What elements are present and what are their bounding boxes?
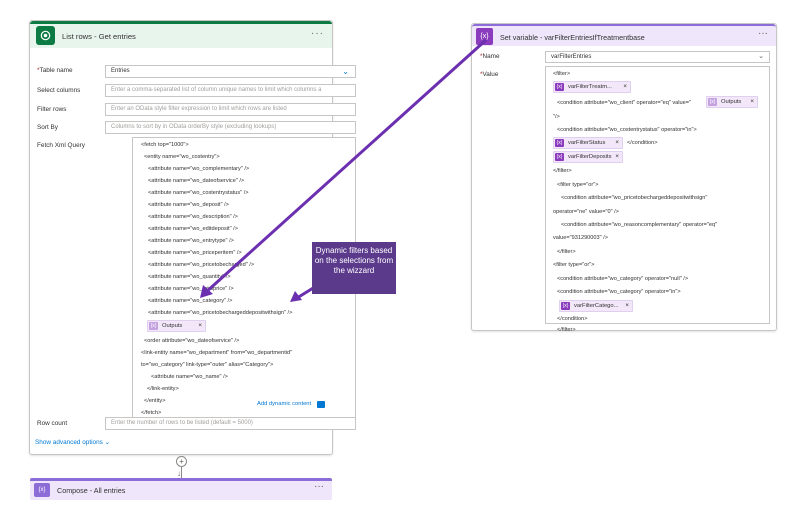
annotation-callout: Dynamic filters based on the selections … xyxy=(312,242,396,294)
annotation-arrows xyxy=(200,38,488,302)
